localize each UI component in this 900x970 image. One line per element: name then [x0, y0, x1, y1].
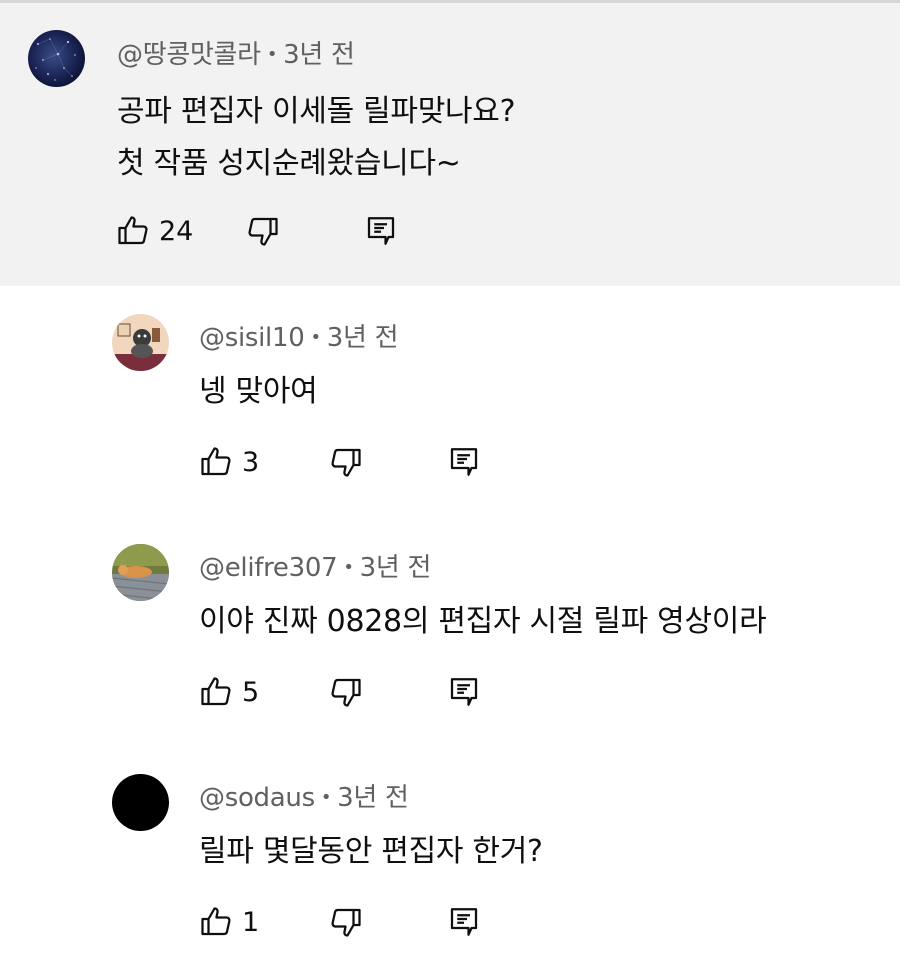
comment-meta: @sisil10 • 3년 전	[199, 317, 399, 354]
reply-button[interactable]	[446, 442, 482, 482]
like-button[interactable]: 24	[115, 211, 193, 251]
reply-icon	[450, 678, 478, 706]
like-count: 5	[242, 676, 260, 708]
comment-text-line: 넹 맞아여	[199, 374, 318, 409]
thumb-down-icon	[331, 908, 361, 937]
thumb-down-icon	[331, 448, 361, 477]
comment-actions: 5	[198, 672, 498, 712]
comment-actions: 1	[198, 902, 498, 942]
thumb-up-icon	[201, 677, 231, 706]
author-name[interactable]: @elifre307	[199, 553, 338, 583]
thumb-up-icon	[118, 216, 148, 245]
author-name[interactable]: @땅콩맛콜라	[117, 40, 261, 70]
dislike-button[interactable]	[245, 211, 281, 251]
reply-icon	[450, 448, 478, 476]
comment-age[interactable]: 3년 전	[327, 323, 399, 353]
like-count: 3	[242, 446, 260, 478]
separator-dot: •	[320, 787, 332, 808]
like-button[interactable]: 3	[198, 442, 259, 482]
dislike-button[interactable]	[328, 672, 364, 712]
comment-reply: @sisil10 • 3년 전 넹 맞아여 3	[0, 286, 900, 516]
reply-button[interactable]	[446, 902, 482, 942]
comment-text-line: 릴파 몇달동안 편집자 한거?	[199, 834, 543, 869]
author-name[interactable]: @sisil10	[199, 323, 305, 353]
comment-reply: @elifre307 • 3년 전 이야 진짜 0828의 편집자 시절 릴파 영상…	[0, 516, 900, 746]
dislike-button[interactable]	[328, 902, 364, 942]
comment-actions: 24	[115, 211, 415, 251]
like-count: 1	[242, 906, 260, 938]
comment-thread-highlighted: @땅콩맛콜라 • 3년 전 공파 편집자 이세돌 릴파맞나요? 첫 작품 성지순례왔…	[0, 3, 900, 286]
separator-dot: •	[343, 557, 354, 578]
thumb-up-icon	[201, 447, 231, 476]
like-button[interactable]: 1	[198, 902, 259, 942]
thumb-down-icon	[248, 217, 278, 246]
like-button[interactable]: 5	[198, 672, 259, 712]
comment-meta: @elifre307 • 3년 전	[199, 547, 431, 584]
dog-cartoon-avatar-image	[112, 314, 169, 371]
avatar[interactable]	[112, 314, 169, 371]
galaxy-avatar-image	[28, 30, 85, 87]
comment-text-line: 공파 편집자 이세돌 릴파맞나요?	[117, 94, 516, 129]
like-count: 24	[159, 215, 194, 247]
comment-age[interactable]: 3년 전	[283, 40, 355, 70]
comment-meta: @sodaus • 3년 전	[199, 777, 409, 814]
reply-icon	[367, 217, 395, 245]
comment-meta: @땅콩맛콜라 • 3년 전	[117, 34, 355, 71]
avatar[interactable]	[112, 774, 169, 831]
comment-age[interactable]: 3년 전	[360, 553, 432, 583]
avatar[interactable]	[28, 30, 85, 87]
reply-icon	[450, 908, 478, 936]
comment-reply: @sodaus • 3년 전 릴파 몇달동안 편집자 한거? 1	[0, 746, 900, 970]
comment-age[interactable]: 3년 전	[337, 783, 409, 813]
thumb-up-icon	[201, 907, 231, 936]
reply-button[interactable]	[446, 672, 482, 712]
comment-text-line: 첫 작품 성지순례왔습니다~	[117, 146, 461, 181]
reply-button[interactable]	[363, 211, 399, 251]
thumb-down-icon	[331, 678, 361, 707]
black-avatar-image	[112, 774, 169, 831]
avatar[interactable]	[112, 544, 169, 601]
author-name[interactable]: @sodaus	[199, 783, 315, 813]
separator-dot: •	[266, 44, 278, 65]
comment-actions: 3	[198, 442, 498, 482]
separator-dot: •	[310, 327, 321, 348]
cat-photo-avatar-image	[112, 544, 169, 601]
dislike-button[interactable]	[328, 442, 364, 482]
comment-text-line: 이야 진짜 0828의 편집자 시절 릴파 영상이라	[199, 604, 767, 639]
